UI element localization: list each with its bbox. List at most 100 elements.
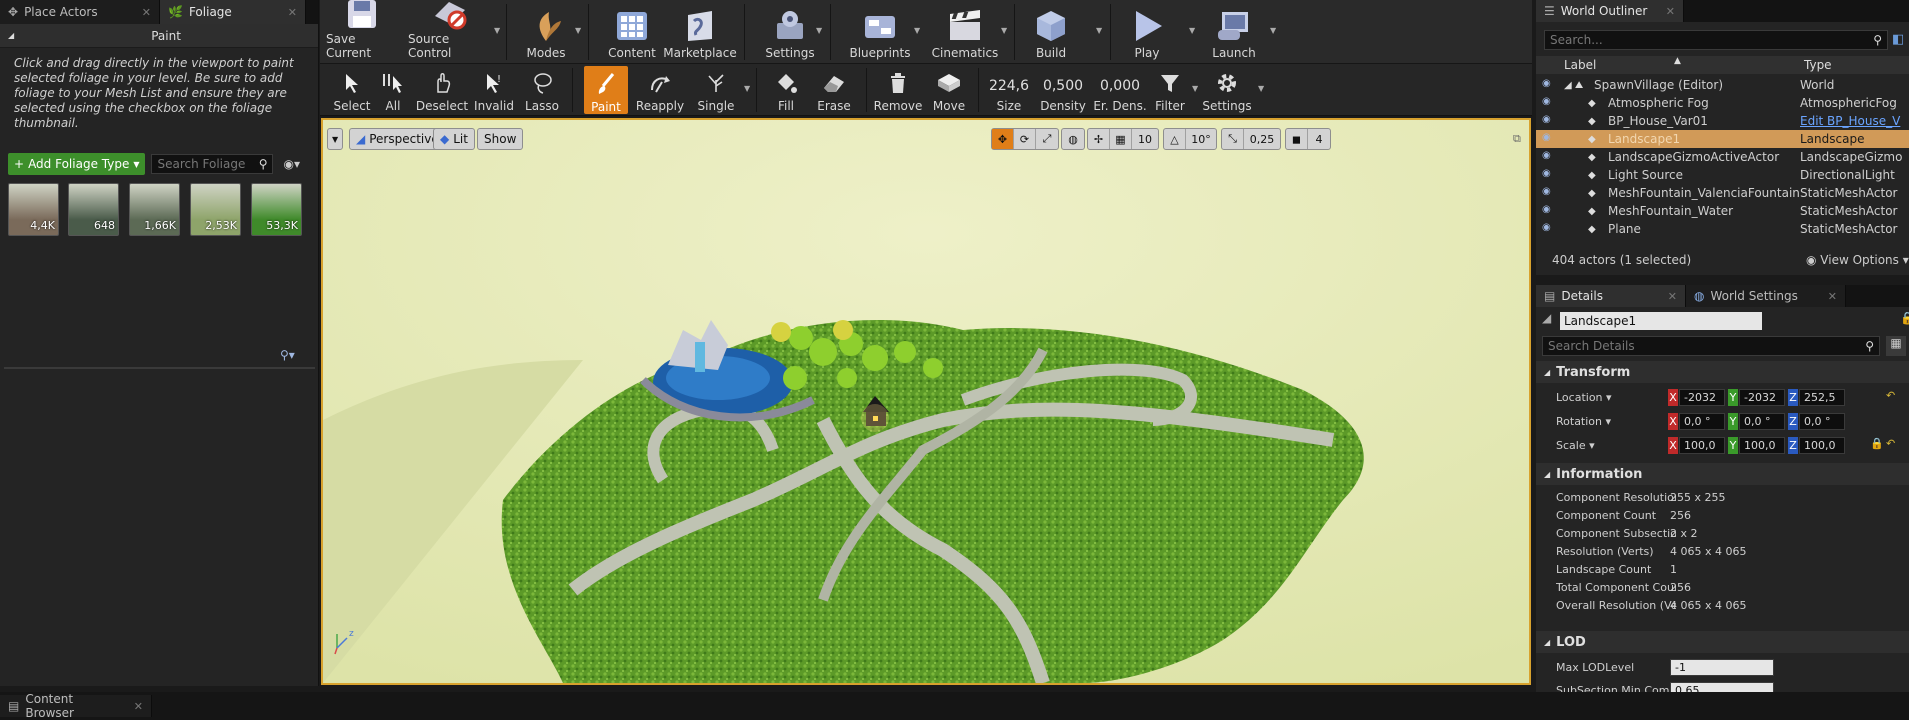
- visibility-eye-icon[interactable]: ◉: [1542, 96, 1556, 107]
- location-y-field[interactable]: -2032: [1739, 389, 1785, 406]
- details-toggle-icon[interactable]: ⚲▾: [280, 348, 295, 362]
- perspective-button[interactable]: ◢ Perspective: [349, 128, 446, 150]
- lit-button[interactable]: ◆ Lit: [433, 128, 475, 150]
- globe-icon[interactable]: ◍: [1062, 129, 1084, 149]
- reset-icon[interactable]: ↶: [1886, 437, 1895, 450]
- save-current-button[interactable]: Save Current: [326, 0, 398, 60]
- lock-icon[interactable]: 🔒: [1870, 437, 1884, 450]
- chevron-down-icon[interactable]: ▼: [1270, 26, 1276, 35]
- modes-button[interactable]: Modes: [518, 2, 574, 60]
- close-icon[interactable]: ✕: [1816, 290, 1837, 303]
- location-z-field[interactable]: 252,5: [1799, 389, 1845, 406]
- visibility-icon[interactable]: ◉▾: [283, 157, 300, 171]
- foliage-settings-button[interactable]: Settings: [1198, 67, 1256, 113]
- rotation-z-field[interactable]: 0,0 °: [1799, 413, 1845, 430]
- deselect-button[interactable]: Deselect: [416, 67, 468, 113]
- chevron-down-icon[interactable]: ▼: [1189, 26, 1195, 35]
- foliage-thumbnail-5[interactable]: 53,3K: [251, 183, 302, 236]
- outliner-row[interactable]: ◉ ◆ LandscapeGizmoActiveActor LandscapeGizm…: [1536, 148, 1909, 166]
- actor-name-input[interactable]: Landscape1: [1560, 312, 1762, 330]
- visibility-eye-icon[interactable]: ◉: [1542, 132, 1556, 143]
- erase-density-control[interactable]: 0,000 Er. Dens.: [1092, 67, 1148, 113]
- surface-snap-icon[interactable]: ✢: [1088, 129, 1110, 149]
- visibility-eye-icon[interactable]: ◉: [1542, 204, 1556, 215]
- property-label[interactable]: Location ▾: [1556, 391, 1676, 404]
- select-tool-button[interactable]: Select: [330, 67, 374, 113]
- grid-snap-value[interactable]: 10: [1132, 129, 1158, 149]
- select-all-button[interactable]: All: [376, 67, 410, 113]
- chevron-down-icon[interactable]: ▼: [816, 26, 822, 35]
- scale-icon[interactable]: ⤢: [1036, 129, 1058, 149]
- outliner-row[interactable]: ◉ ◆ MeshFountain_Water StaticMeshActor: [1536, 202, 1909, 220]
- density-control[interactable]: 0,500 Density: [1036, 67, 1090, 113]
- tab-world-settings[interactable]: ◍ World Settings ✕: [1686, 285, 1846, 307]
- rotation-snap-value[interactable]: 10°: [1186, 129, 1216, 149]
- reset-icon[interactable]: ↶: [1886, 389, 1895, 402]
- visibility-eye-icon[interactable]: ◉: [1542, 168, 1556, 179]
- max-lod-field[interactable]: -1: [1670, 659, 1774, 676]
- foliage-thumbnail-3[interactable]: 1,66K: [129, 183, 180, 236]
- foliage-thumbnail-1[interactable]: 4,4K: [8, 183, 59, 236]
- outliner-row[interactable]: ◉ ◆ BP_House_Var01 Edit BP_House_V: [1536, 112, 1909, 130]
- outliner-row[interactable]: ◉ ◆ MeshFountain_ValenciaFountain StaticMes…: [1536, 184, 1909, 202]
- outliner-search-input[interactable]: Search... ⚲: [1544, 30, 1888, 50]
- scale-z-field[interactable]: 100,0: [1799, 437, 1845, 454]
- lasso-button[interactable]: Lasso: [520, 67, 564, 113]
- translate-icon[interactable]: ✥: [992, 129, 1014, 149]
- close-icon[interactable]: ✕: [122, 700, 143, 713]
- camera-speed-value[interactable]: 4: [1308, 129, 1330, 149]
- scale-snap-value[interactable]: 0,25: [1244, 129, 1280, 149]
- reapply-button[interactable]: Reapply: [632, 67, 688, 113]
- show-button[interactable]: Show: [477, 128, 524, 150]
- chevron-down-icon[interactable]: ▼: [575, 26, 581, 35]
- single-button[interactable]: Single: [692, 67, 740, 113]
- close-icon[interactable]: ✕: [1654, 5, 1675, 18]
- paint-section-header[interactable]: ◢ Paint: [0, 24, 318, 48]
- close-icon[interactable]: ✕: [276, 6, 297, 19]
- rotation-x-field[interactable]: 0,0 °: [1679, 413, 1725, 430]
- paint-tool-button[interactable]: Paint: [584, 66, 628, 114]
- outliner-row[interactable]: ◉ ◆ Plane StaticMeshActor: [1536, 220, 1909, 238]
- panel-splitter[interactable]: [4, 367, 315, 369]
- lock-icon[interactable]: 🔒: [1900, 311, 1909, 325]
- visibility-eye-icon[interactable]: ◉: [1542, 186, 1556, 197]
- chevron-down-icon[interactable]: ▼: [1001, 26, 1007, 35]
- property-label[interactable]: Scale ▾: [1556, 439, 1676, 452]
- column-type[interactable]: Type: [1804, 58, 1832, 72]
- invalid-button[interactable]: ! Invalid: [472, 67, 516, 113]
- outliner-row[interactable]: ◉ ◆ Light Source DirectionalLight: [1536, 166, 1909, 184]
- foliage-thumbnail-4[interactable]: 2,53K: [190, 183, 241, 236]
- scale-x-field[interactable]: 100,0: [1679, 437, 1725, 454]
- blueprints-button[interactable]: Blueprints: [844, 2, 916, 60]
- tab-foliage[interactable]: 🌿 Foliage ✕: [160, 0, 306, 24]
- column-label[interactable]: Label: [1564, 58, 1596, 72]
- grid-icon[interactable]: ▦: [1110, 129, 1132, 149]
- view-options-button[interactable]: ◉ View Options ▾: [1806, 253, 1909, 267]
- brush-size-control[interactable]: 224,6 Size: [984, 67, 1034, 113]
- lod-category[interactable]: ◢ LOD: [1536, 631, 1909, 653]
- chevron-down-icon[interactable]: ▼: [494, 26, 500, 35]
- maximize-icon[interactable]: ⧉: [1513, 132, 1521, 146]
- settings-button[interactable]: Settings: [758, 2, 822, 60]
- camera-icon[interactable]: ◼: [1286, 129, 1308, 149]
- chevron-down-icon[interactable]: ▼: [1096, 26, 1102, 35]
- source-control-button[interactable]: Source Control: [408, 2, 492, 60]
- chevron-down-icon[interactable]: ▼: [744, 84, 750, 93]
- cinematics-button[interactable]: Cinematics: [926, 2, 1004, 60]
- viewport-options-button[interactable]: ▼: [327, 128, 344, 150]
- build-button[interactable]: Build: [1026, 2, 1076, 60]
- actor-type[interactable]: Edit BP_House_V: [1800, 114, 1900, 128]
- transform-category[interactable]: ◢ Transform: [1536, 361, 1909, 383]
- chevron-down-icon[interactable]: ▼: [1258, 84, 1264, 93]
- marketplace-button[interactable]: Marketplace: [663, 2, 737, 60]
- play-button[interactable]: Play: [1122, 2, 1172, 60]
- fill-button[interactable]: Fill: [764, 67, 808, 113]
- launch-button[interactable]: Launch: [1200, 2, 1268, 60]
- erase-button[interactable]: Erase: [812, 67, 856, 113]
- tab-world-outliner[interactable]: ☰ World Outliner ✕: [1536, 0, 1684, 22]
- outliner-row[interactable]: ◉ ◢ ⛰ SpawnVillage (Editor) World: [1536, 76, 1909, 94]
- add-foliage-type-button[interactable]: + Add Foliage Type ▼: [8, 153, 146, 175]
- content-button[interactable]: Content: [604, 2, 660, 60]
- move-button[interactable]: Move: [926, 67, 972, 113]
- tab-content-browser[interactable]: ▤ Content Browser ✕: [0, 692, 152, 720]
